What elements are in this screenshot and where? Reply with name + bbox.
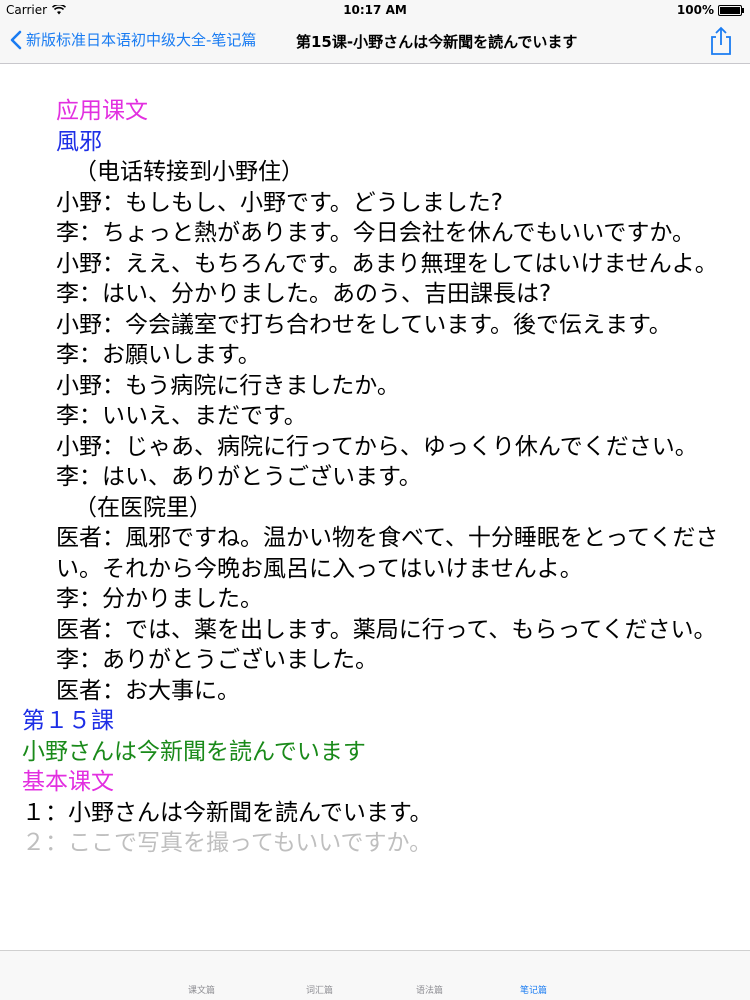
tab-grammar[interactable]: 语法篇 bbox=[416, 983, 443, 996]
status-right: 100% bbox=[676, 3, 744, 17]
share-button[interactable] bbox=[708, 26, 734, 56]
dialogue-line: 小野：もう病院に行きましたか。 bbox=[56, 372, 400, 399]
section-heading: 应用课文 bbox=[56, 98, 148, 124]
dialogue-line: 医者：風邪ですね。温かい物を食べて、十分睡眠をとってください。それから今晩お風呂… bbox=[56, 525, 719, 582]
notes-text: 应用课文 風邪 （电话转接到小野住） 小野：もしもし、小野です。どうしました? … bbox=[0, 64, 750, 859]
status-bar: Carrier 10:17 AM 100% bbox=[0, 0, 750, 20]
dialogue-line: 李：ありがとうございました。 bbox=[56, 647, 378, 673]
status-time: 10:17 AM bbox=[343, 3, 407, 17]
dialogue-line: 李：ちょっと熱があります。今日会社を休んでもいいですか。 bbox=[56, 220, 695, 246]
scene-note: （电话转接到小野住） bbox=[74, 159, 304, 185]
notes-content[interactable]: 应用课文 風邪 （电话转接到小野住） 小野：もしもし、小野です。どうしました? … bbox=[0, 64, 750, 951]
lesson-topic: 風邪 bbox=[56, 128, 102, 155]
dialogue-line: 小野：今会議室で打ち合わせをしています。後で伝えます。 bbox=[56, 311, 672, 338]
dialogue-line: 李：いいえ、まだです。 bbox=[56, 403, 307, 429]
tab-label: 课文篇 bbox=[188, 986, 216, 996]
dialogue-line: 小野：もしもし、小野です。どうしました? bbox=[56, 189, 503, 216]
dialogue-line: 小野：じゃあ、病院に行ってから、ゆっくり休んでください。 bbox=[56, 433, 698, 460]
dialogue-line: 李：分かりました。 bbox=[56, 586, 263, 612]
tab-label: 语法篇 bbox=[416, 986, 444, 996]
scene-note: （在医院里） bbox=[74, 494, 212, 521]
page-title: 第15课-小野さんは今新聞を読んでいます bbox=[296, 33, 578, 51]
tab-label: 笔记篇 bbox=[520, 986, 548, 996]
section-heading: 基本课文 bbox=[22, 769, 114, 795]
share-icon bbox=[711, 26, 731, 55]
battery-icon bbox=[718, 4, 744, 16]
chevron-left-icon bbox=[10, 30, 22, 49]
tab-label: 词汇篇 bbox=[306, 986, 334, 996]
back-button[interactable]: 新版标准日本语初中级大全-笔记篇 bbox=[10, 29, 256, 50]
battery-percent: 100% bbox=[676, 3, 714, 17]
tab-texts[interactable]: 课文篇 bbox=[188, 983, 215, 996]
dialogue-line: 李：お願いします。 bbox=[56, 342, 261, 368]
dialogue-line: 医者：お大事に。 bbox=[56, 677, 240, 704]
back-button-label: 新版标准日本语初中级大全-笔记篇 bbox=[26, 31, 257, 49]
lesson-title: 小野さんは今新聞を読んでいます bbox=[22, 738, 366, 765]
tab-notes[interactable]: 笔记篇 bbox=[520, 983, 547, 996]
dialogue-line: 医者：では、薬を出します。薬局に行って、もらってください。 bbox=[56, 616, 717, 643]
lesson-number: 第１５課 bbox=[22, 708, 114, 734]
navigation-bar: 新版标准日本语初中级大全-笔记篇 第15课-小野さんは今新聞を読んでいます bbox=[0, 20, 750, 64]
sentence-line: １：小野さんは今新聞を読んでいます。 bbox=[22, 799, 433, 826]
sentence-line: ２：ここで写真を撮ってもいいですか。 bbox=[22, 830, 433, 856]
tab-vocabulary[interactable]: 词汇篇 bbox=[306, 983, 333, 996]
dialogue-line: 小野：ええ、もちろんです。あまり無理をしてはいけませんよ。 bbox=[56, 250, 718, 277]
tab-bar: 课文篇 词汇篇 语法篇 笔记篇 bbox=[0, 950, 750, 1000]
dialogue-line: 李：はい、ありがとうございます。 bbox=[56, 464, 422, 490]
dialogue-line: 李：はい、分かりました。あのう、吉田課長は? bbox=[56, 281, 552, 307]
